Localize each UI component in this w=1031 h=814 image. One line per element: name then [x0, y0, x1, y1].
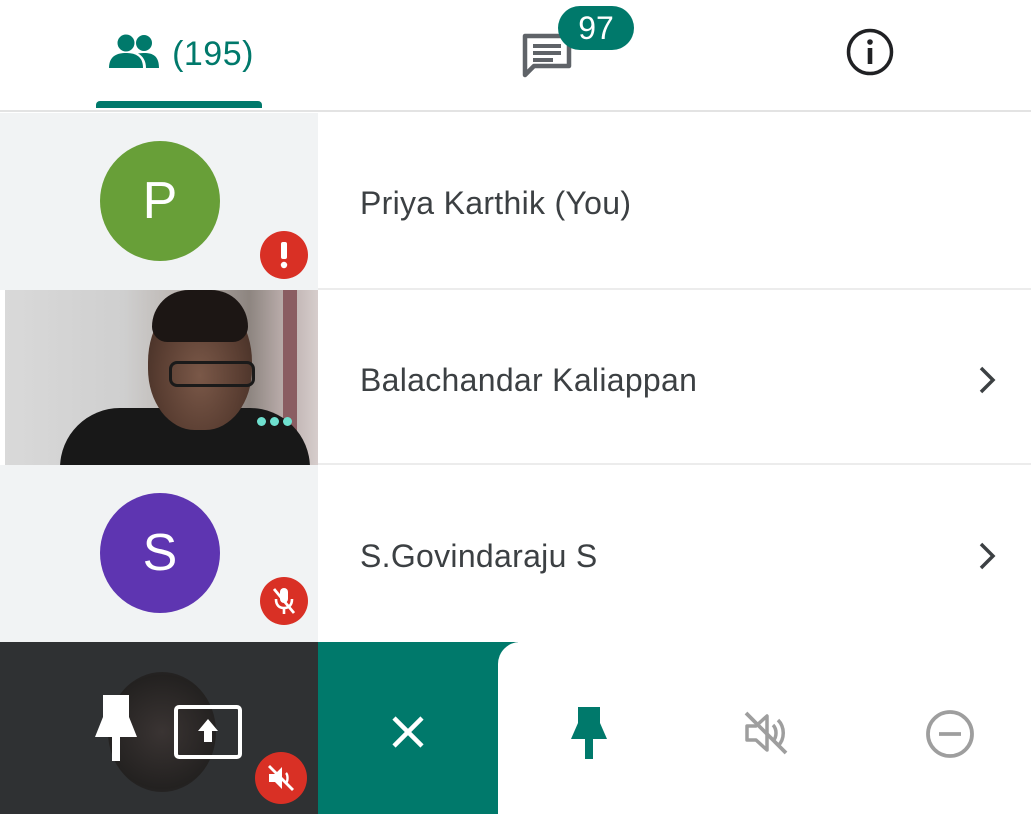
tab-bar: (195) 97 — [0, 0, 1031, 112]
info-icon — [845, 27, 895, 82]
participant-name: Priya Karthik (You) — [360, 185, 632, 221]
participant-thumbnail — [0, 290, 318, 465]
close-actions-button[interactable] — [318, 642, 518, 814]
participant-thumbnail: P — [0, 113, 318, 290]
tab-bar-divider — [0, 110, 1031, 112]
present-screen-icon[interactable] — [172, 704, 244, 760]
participant-name: S.Govindaraju S — [360, 538, 598, 574]
volume-off-icon — [255, 752, 307, 804]
tab-people[interactable]: (195) — [96, 0, 266, 108]
close-icon — [388, 712, 428, 752]
chat-icon — [520, 33, 574, 86]
chevron-right-icon[interactable] — [976, 540, 1000, 577]
participant-action-bar — [0, 642, 1031, 814]
participant-row[interactable]: S S.Govindaraju S — [0, 465, 1031, 642]
avatar: S — [100, 493, 220, 613]
pin-icon[interactable] — [90, 692, 142, 764]
tab-info[interactable] — [820, 0, 920, 108]
participant-count: (195) — [172, 34, 254, 73]
participant-row[interactable]: P Priya Karthik (You) — [0, 113, 1031, 290]
chevron-right-icon[interactable] — [976, 364, 1000, 401]
participant-name: Balachandar Kaliappan — [360, 362, 698, 398]
remove-participant-button[interactable] — [922, 706, 978, 762]
people-icon — [108, 34, 160, 75]
mic-off-icon — [260, 577, 308, 625]
pin-icon — [571, 707, 607, 759]
speaking-dots-icon — [257, 417, 292, 426]
tab-chat[interactable]: 97 — [470, 0, 634, 108]
chat-unread-badge: 97 — [558, 6, 634, 50]
participant-options — [498, 642, 1031, 814]
mute-participant-button[interactable] — [738, 707, 794, 759]
video-person-glasses — [169, 361, 255, 387]
participant-row[interactable]: Balachandar Kaliappan — [0, 290, 1031, 465]
pin-participant-button[interactable] — [564, 704, 614, 762]
alert-icon — [260, 231, 308, 279]
participant-video — [5, 290, 318, 465]
remove-icon — [926, 710, 974, 758]
active-tab-indicator — [96, 101, 262, 108]
mute-icon — [744, 711, 788, 755]
participant-thumbnail: S — [0, 465, 318, 642]
video-person-hair — [152, 290, 248, 342]
self-view-tile — [0, 642, 318, 814]
avatar: P — [100, 141, 220, 261]
